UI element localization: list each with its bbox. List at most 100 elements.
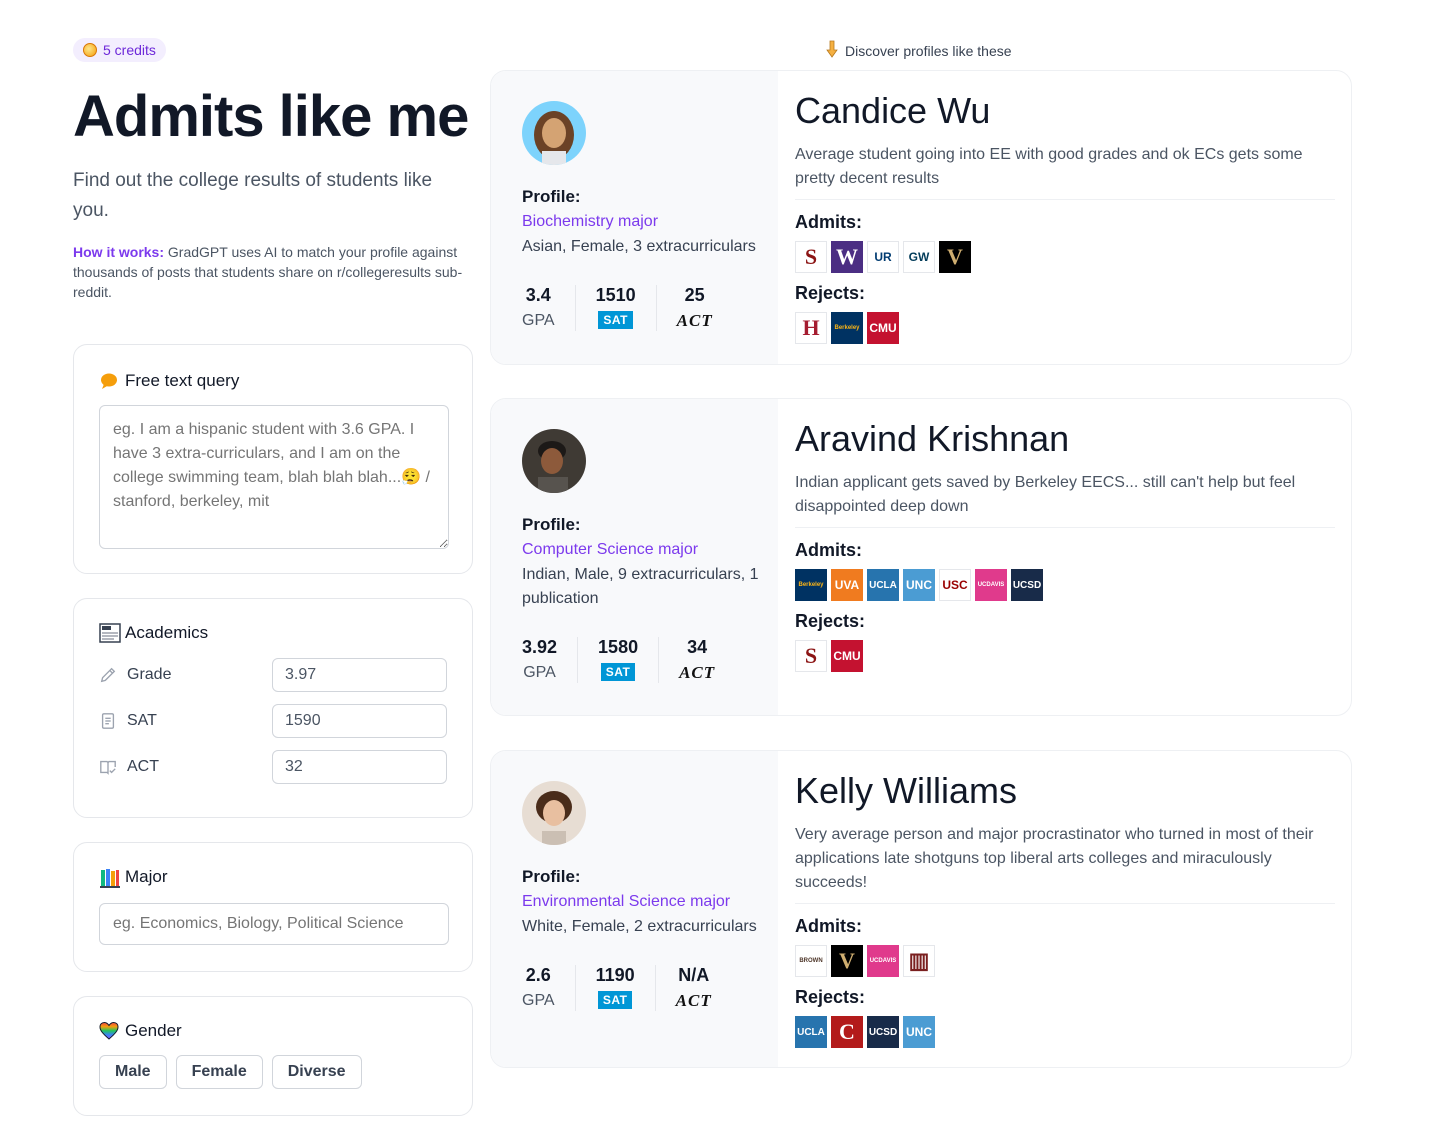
sat-input[interactable] bbox=[272, 704, 447, 738]
rainbow-heart-icon bbox=[99, 1021, 119, 1041]
admits-logos: BROWN V UCDAVIS ▥ bbox=[795, 945, 1335, 977]
sat-value: 1190 bbox=[595, 965, 635, 985]
profile-story: Indian applicant gets saved by Berkeley … bbox=[795, 471, 1335, 528]
unc-logo: UNC bbox=[903, 569, 935, 601]
coin-icon bbox=[83, 43, 97, 57]
profile-details: Candice Wu Average student going into EE… bbox=[778, 71, 1351, 364]
credits-badge[interactable]: 5 credits bbox=[73, 38, 166, 62]
gpa-label: GPA bbox=[522, 312, 555, 329]
act-stat: 34 ACT bbox=[658, 637, 735, 683]
free-text-panel: Free text query bbox=[73, 344, 473, 574]
profile-stats: 3.92 GPA 1580 SAT 34 ACT bbox=[522, 637, 735, 683]
act-logo: ACT bbox=[679, 663, 716, 682]
ucdavis-logo: UCDAVIS bbox=[867, 945, 899, 977]
sat-value: 1580 bbox=[598, 637, 639, 657]
gender-female-button[interactable]: Female bbox=[175, 1055, 263, 1089]
sat-row: SAT bbox=[99, 703, 447, 739]
ucsd-logo: UCSD bbox=[867, 1016, 899, 1048]
sat-logo: SAT bbox=[600, 663, 636, 681]
act-stat: 25 ACT bbox=[655, 285, 733, 331]
college-building-logo: ▥ bbox=[903, 945, 935, 977]
profile-name: Aravind Krishnan bbox=[795, 418, 1070, 459]
act-label: ACT bbox=[127, 758, 159, 775]
act-stat: N/A ACT bbox=[654, 965, 732, 1011]
sat-logo: SAT bbox=[598, 311, 633, 329]
profile-card[interactable]: Profile: Computer Science major Indian, … bbox=[490, 398, 1352, 716]
gpa-stat: 3.92 GPA bbox=[522, 637, 577, 683]
berkeley-logo: Berkeley bbox=[795, 569, 827, 601]
profile-description: White, Female, 2 extracurriculars bbox=[522, 918, 757, 935]
page-subtitle: Find out the college results of students… bbox=[73, 170, 433, 221]
ucsd-logo: UCSD bbox=[1011, 569, 1043, 601]
profile-description: Indian, Male, 9 extracurriculars, 1 publ… bbox=[522, 566, 759, 607]
act-value: N/A bbox=[678, 965, 710, 985]
act-input[interactable] bbox=[272, 750, 447, 784]
vanderbilt-logo: V bbox=[939, 241, 971, 273]
rejects-logos: H Berkeley CMU bbox=[795, 312, 1335, 344]
profile-major: Environmental Science major bbox=[522, 893, 731, 910]
grade-row: Grade bbox=[99, 657, 447, 693]
document-icon bbox=[101, 713, 115, 729]
profile-stats: 2.6 GPA 1190 SAT N/A ACT bbox=[522, 965, 732, 1011]
profile-card[interactable]: Profile: Environmental Science major Whi… bbox=[490, 750, 1352, 1068]
gender-diverse-button[interactable]: Diverse bbox=[271, 1055, 362, 1089]
gpa-label: GPA bbox=[523, 664, 556, 681]
ucla-logo: UCLA bbox=[867, 569, 899, 601]
gender-panel: Gender Male Female Diverse bbox=[73, 996, 473, 1116]
sat-logo: SAT bbox=[597, 991, 633, 1009]
stanford-logo: S bbox=[795, 241, 827, 273]
profile-story: Average student going into EE with good … bbox=[795, 143, 1335, 200]
act-value: 25 bbox=[684, 285, 705, 305]
profile-summary: Profile: Biochemistry major Asian, Femal… bbox=[491, 71, 778, 364]
profile-story: Very average person and major procrastin… bbox=[795, 823, 1335, 904]
profile-label: Profile: bbox=[522, 187, 581, 206]
profile-label: Profile: bbox=[522, 867, 581, 886]
profile-card[interactable]: Profile: Biochemistry major Asian, Femal… bbox=[490, 70, 1352, 365]
admits-heading: Admits: bbox=[795, 212, 862, 232]
discover-label: Discover profiles like these bbox=[845, 42, 1012, 59]
gpa-stat: 2.6 GPA bbox=[522, 965, 575, 1011]
rochester-logo: UR bbox=[867, 241, 899, 273]
gpa-label: GPA bbox=[522, 992, 555, 1009]
academics-title: Academics bbox=[99, 623, 447, 643]
free-text-title: Free text query bbox=[99, 371, 447, 391]
admits-heading: Admits: bbox=[795, 916, 862, 936]
gpa-value: 2.6 bbox=[525, 965, 551, 985]
major-input[interactable] bbox=[99, 903, 449, 945]
rejects-heading: Rejects: bbox=[795, 987, 866, 1007]
stanford-logo: S bbox=[795, 640, 827, 672]
book-check-icon bbox=[100, 760, 116, 775]
unc-logo: UNC bbox=[903, 1016, 935, 1048]
gender-male-button[interactable]: Male bbox=[99, 1055, 167, 1089]
cornell-logo: C bbox=[831, 1016, 863, 1048]
rejects-heading: Rejects: bbox=[795, 283, 866, 303]
profile-summary: Profile: Computer Science major Indian, … bbox=[491, 399, 778, 715]
sat-stat: 1510 SAT bbox=[574, 285, 656, 331]
free-text-input[interactable] bbox=[99, 405, 449, 549]
cmu-logo: CMU bbox=[831, 640, 863, 672]
gpa-value: 3.92 bbox=[522, 637, 558, 657]
profile-details: Kelly Williams Very average person and m… bbox=[778, 751, 1351, 1067]
avatar bbox=[522, 781, 586, 845]
academics-panel: Academics Grade SAT ACT bbox=[73, 598, 473, 818]
gender-options: Male Female Diverse bbox=[99, 1055, 447, 1089]
usc-logo: USC bbox=[939, 569, 971, 601]
speech-bubble-icon bbox=[99, 371, 119, 391]
ucdavis-logo: UCDAVIS bbox=[975, 569, 1007, 601]
berkeley-logo: Berkeley bbox=[831, 312, 863, 344]
profile-summary: Profile: Environmental Science major Whi… bbox=[491, 751, 778, 1067]
act-logo: ACT bbox=[676, 311, 713, 330]
intro-section: 5 credits Admits like me Find out the co… bbox=[73, 38, 473, 302]
how-it-works-label: How it works: bbox=[73, 244, 165, 260]
sat-label: SAT bbox=[127, 712, 157, 729]
act-value: 34 bbox=[687, 637, 708, 657]
gw-logo: GW bbox=[903, 241, 935, 273]
sat-value: 1510 bbox=[595, 285, 636, 305]
gender-title-label: Gender bbox=[125, 1021, 182, 1040]
pointing-down-icon bbox=[825, 40, 839, 61]
rejects-logos: S CMU bbox=[795, 640, 1335, 672]
admits-heading: Admits: bbox=[795, 540, 862, 560]
act-logo: ACT bbox=[675, 991, 712, 1010]
exam-icon bbox=[99, 623, 121, 643]
grade-input[interactable] bbox=[272, 658, 447, 692]
